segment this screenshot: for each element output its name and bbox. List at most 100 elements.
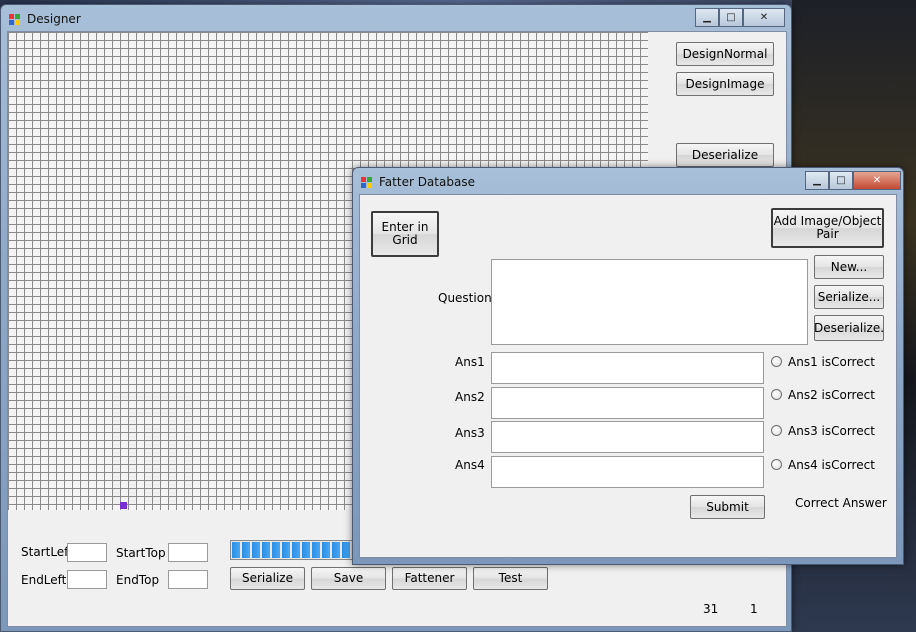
- shape-cell[interactable]: [129, 425, 136, 432]
- shape-cell[interactable]: [113, 401, 120, 408]
- shape-cell[interactable]: [113, 393, 120, 400]
- shape-cell[interactable]: [129, 497, 136, 504]
- shape-cell[interactable]: [169, 449, 176, 456]
- shape-cell[interactable]: [185, 497, 192, 504]
- shape-cell[interactable]: [169, 441, 176, 448]
- shape-cell[interactable]: [145, 457, 152, 464]
- shape-cell[interactable]: [129, 489, 136, 496]
- shape-cell[interactable]: [129, 393, 136, 400]
- ans4-input[interactable]: [491, 456, 764, 488]
- shape-cell[interactable]: [185, 433, 192, 440]
- design-normal-button[interactable]: DesignNormal: [676, 42, 774, 66]
- shape-cell[interactable]: [129, 473, 136, 480]
- shape-cell[interactable]: [185, 441, 192, 448]
- shape-cell[interactable]: [121, 393, 128, 400]
- shape-cell[interactable]: [129, 441, 136, 448]
- shape-cell[interactable]: [153, 409, 160, 416]
- start-top-input[interactable]: [168, 543, 208, 562]
- ans3-radio-label[interactable]: Ans3 isCorrect: [788, 424, 875, 438]
- shape-cell[interactable]: [153, 425, 160, 432]
- serialize-button[interactable]: Serialize: [230, 567, 305, 590]
- shape-cell[interactable]: [169, 457, 176, 464]
- shape-cell[interactable]: [177, 393, 184, 400]
- shape-cell[interactable]: [113, 425, 120, 432]
- close-button[interactable]: ✕: [743, 8, 785, 27]
- question-textarea[interactable]: [491, 259, 808, 345]
- ans1-radio-label[interactable]: Ans1 isCorrect: [788, 355, 875, 369]
- shape-cell[interactable]: [145, 441, 152, 448]
- shape-cell[interactable]: [113, 465, 120, 472]
- shape-cell[interactable]: [169, 497, 176, 504]
- shape-cell[interactable]: [161, 393, 168, 400]
- shape-cell[interactable]: [137, 393, 144, 400]
- shape-cell[interactable]: [145, 409, 152, 416]
- shape-cell[interactable]: [153, 489, 160, 496]
- shape-cell[interactable]: [145, 425, 152, 432]
- shape-cell[interactable]: [129, 433, 136, 440]
- deserialize-button[interactable]: Deserialize: [676, 143, 774, 167]
- shape-cell[interactable]: [129, 457, 136, 464]
- shape-cell[interactable]: [153, 449, 160, 456]
- shape-cell[interactable]: [153, 457, 160, 464]
- start-left-input[interactable]: [67, 543, 107, 562]
- shape-cell[interactable]: [145, 481, 152, 488]
- end-top-input[interactable]: [168, 570, 208, 589]
- shape-cell[interactable]: [113, 489, 120, 496]
- shape-cell[interactable]: [185, 473, 192, 480]
- shape-cell[interactable]: [185, 449, 192, 456]
- shape-cell[interactable]: [185, 457, 192, 464]
- shape-cell[interactable]: [113, 497, 120, 504]
- shape-cell[interactable]: [129, 449, 136, 456]
- designer-titlebar[interactable]: Designer ▁ □ ✕: [1, 5, 791, 33]
- shape-cell[interactable]: [185, 393, 192, 400]
- shape-cell[interactable]: [185, 465, 192, 472]
- design-image-button[interactable]: DesignImage: [676, 72, 774, 96]
- shape-cell[interactable]: [113, 449, 120, 456]
- shape-cell[interactable]: [153, 441, 160, 448]
- shape-cell[interactable]: [169, 465, 176, 472]
- ans1-radio[interactable]: [771, 356, 782, 367]
- shape-cell[interactable]: [129, 481, 136, 488]
- shape-cell[interactable]: [169, 409, 176, 416]
- shape-cell[interactable]: [153, 497, 160, 504]
- shape-cell[interactable]: [113, 441, 120, 448]
- shape-cell[interactable]: [185, 425, 192, 432]
- fatter-serialize-button[interactable]: Serialize...: [814, 285, 884, 309]
- shape-cell[interactable]: [145, 433, 152, 440]
- shape-cell[interactable]: [113, 473, 120, 480]
- maximize-button[interactable]: □: [829, 171, 853, 190]
- submit-button[interactable]: Submit: [690, 495, 765, 519]
- test-button[interactable]: Test: [473, 567, 548, 590]
- shape-cell[interactable]: [129, 409, 136, 416]
- shape-cell[interactable]: [185, 409, 192, 416]
- add-pair-button[interactable]: Add Image/Object Pair: [771, 208, 884, 248]
- shape-cell[interactable]: [113, 409, 120, 416]
- shape-cell[interactable]: [185, 401, 192, 408]
- minimize-button[interactable]: ▁: [695, 8, 719, 27]
- shape-cell[interactable]: [145, 393, 152, 400]
- minimize-button[interactable]: ▁: [805, 171, 829, 190]
- shape-cell[interactable]: [161, 409, 168, 416]
- shape-cell[interactable]: [145, 465, 152, 472]
- ans1-input[interactable]: [491, 352, 764, 384]
- shape-cell[interactable]: [153, 433, 160, 440]
- shape-cell[interactable]: [153, 481, 160, 488]
- shape-cell[interactable]: [185, 417, 192, 424]
- shape-cell[interactable]: [129, 465, 136, 472]
- shape-cell[interactable]: [153, 393, 160, 400]
- shape-cell[interactable]: [169, 425, 176, 432]
- selected-cell[interactable]: [120, 502, 127, 509]
- new-button[interactable]: New...: [814, 255, 884, 279]
- shape-cell[interactable]: [113, 433, 120, 440]
- maximize-button[interactable]: □: [719, 8, 743, 27]
- fattener-button[interactable]: Fattener: [392, 567, 467, 590]
- shape-cell[interactable]: [145, 473, 152, 480]
- ans2-radio[interactable]: [771, 389, 782, 400]
- shape-cell[interactable]: [169, 481, 176, 488]
- shape-cell[interactable]: [185, 489, 192, 496]
- shape-cell[interactable]: [113, 417, 120, 424]
- enter-in-grid-button[interactable]: Enter in Grid: [371, 211, 439, 257]
- save-button[interactable]: Save: [311, 567, 386, 590]
- shape-cell[interactable]: [137, 409, 144, 416]
- shape-cell[interactable]: [169, 393, 176, 400]
